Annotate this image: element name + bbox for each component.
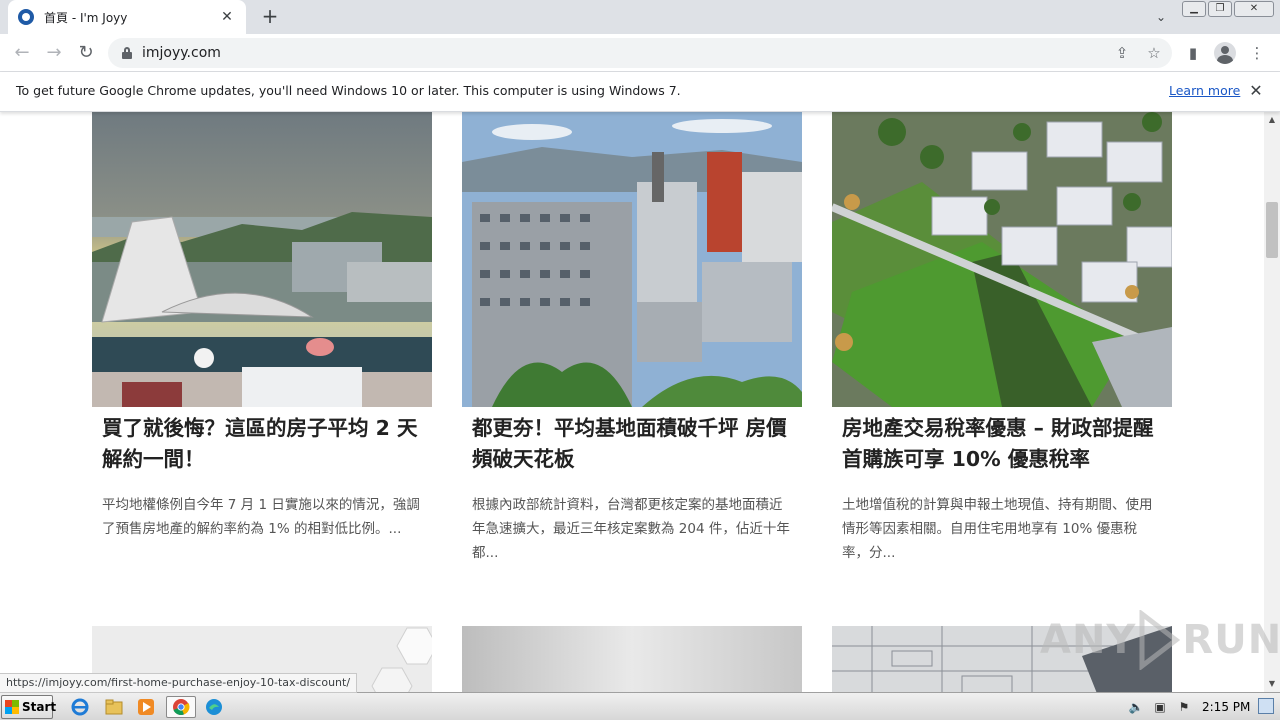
article-title[interactable]: 都更夯！平均基地面積破千坪 房價頻破天花板 (472, 413, 792, 475)
taskbar-clock[interactable]: 2:15 PM (1202, 693, 1250, 721)
share-icon[interactable]: ⇪ (1112, 43, 1132, 63)
article-title[interactable]: 買了就後悔？這區的房子平均 2 天解約一間！ (102, 413, 422, 475)
article-title[interactable]: 房地產交易稅率優惠 – 財政部提醒首購族可享 10% 優惠稅率 (842, 413, 1162, 475)
back-button[interactable]: ← (10, 41, 34, 65)
bookmark-star-icon[interactable]: ☆ (1144, 43, 1164, 63)
start-label: Start (22, 700, 57, 714)
scroll-up-arrow[interactable]: ▲ (1264, 112, 1280, 128)
article-excerpt: 土地增值稅的計算與申報土地現值、持有期間、使用情形等因素相關。自用住宅用地享有 … (842, 497, 1153, 561)
article-image-villas[interactable] (832, 112, 1172, 407)
scroll-down-arrow[interactable]: ▼ (1264, 676, 1280, 692)
window-restore-button[interactable]: ❐ (1208, 1, 1232, 17)
article-image-harbor[interactable] (92, 112, 432, 407)
browser-tab[interactable]: 首頁 - I'm Joyy ✕ (8, 0, 246, 34)
watermark-text-right: RUN (1182, 617, 1280, 663)
network-icon[interactable]: ▣ (1152, 699, 1168, 715)
article-excerpt: 平均地權條例自今年 7 月 1 日實施以來的情況，強調了預售房地產的解約率約為 … (102, 497, 420, 537)
tab-title: 首頁 - I'm Joyy (44, 10, 128, 25)
article-card[interactable]: 都更夯！平均基地面積破千坪 房價頻破天花板 根據內政部統計資料，台灣都更核定案的… (462, 112, 802, 565)
file-explorer-icon[interactable] (102, 696, 126, 718)
infobar-close-icon[interactable]: ✕ (1246, 81, 1266, 101)
tab-search-icon[interactable]: ⌄ (1150, 6, 1172, 28)
article-card[interactable]: 買了就後悔？這區的房子平均 2 天解約一間！ 平均地權條例自今年 7 月 1 日… (92, 112, 432, 541)
forward-button[interactable]: → (42, 41, 66, 65)
page-viewport: 買了就後悔？這區的房子平均 2 天解約一間！ 平均地權條例自今年 7 月 1 日… (0, 112, 1264, 692)
article-image-city[interactable] (462, 112, 802, 407)
new-tab-button[interactable]: + (258, 4, 282, 28)
learn-more-link[interactable]: Learn more (1169, 72, 1240, 110)
window-minimize-button[interactable]: ▁ (1182, 1, 1206, 17)
window-close-button[interactable]: ✕ (1234, 1, 1274, 17)
profile-avatar-icon[interactable] (1214, 42, 1236, 64)
chrome-taskbar-icon[interactable] (166, 696, 196, 718)
anyrun-watermark: ANY RUN (1040, 608, 1280, 672)
page-scrollbar[interactable]: ▲ ▼ (1264, 112, 1280, 692)
internet-explorer-icon[interactable] (68, 696, 92, 718)
link-status-bubble: https://imjoyy.com/first-home-purchase-e… (0, 673, 358, 693)
address-url[interactable]: imjoyy.com (142, 38, 221, 68)
scroll-thumb[interactable] (1266, 202, 1278, 258)
address-bar[interactable]: imjoyy.com ⇪ ☆ (108, 38, 1172, 68)
article-excerpt: 根據內政部統計資料，台灣都更核定案的基地面積近年急速擴大，最近三年核定案數為 2… (472, 497, 790, 561)
media-player-icon[interactable] (134, 696, 158, 718)
action-center-flag-icon[interactable]: ⚑ (1176, 699, 1192, 715)
windows-taskbar: Start 🔈 ▣ ⚑ 2:15 PM (0, 692, 1280, 720)
chrome-menu-icon[interactable]: ⋮ (1246, 42, 1268, 64)
article-image-fabric[interactable] (462, 626, 802, 692)
speaker-icon[interactable]: 🔈 (1128, 699, 1144, 715)
update-infobar: To get future Google Chrome updates, you… (0, 72, 1280, 112)
edge-icon[interactable] (202, 696, 226, 718)
play-triangle-icon (1139, 610, 1181, 670)
browser-toolbar: ← → ↻ imjoyy.com ⇪ ☆ ▮ ⋮ (0, 34, 1280, 72)
windows-logo-icon (5, 700, 19, 714)
start-button[interactable]: Start (1, 695, 57, 719)
side-panel-icon[interactable]: ▮ (1182, 42, 1204, 64)
infobar-message: To get future Google Chrome updates, you… (16, 83, 681, 98)
article-card[interactable]: 房地產交易稅率優惠 – 財政部提醒首購族可享 10% 優惠稅率 土地增值稅的計算… (832, 112, 1172, 565)
watermark-text-left: ANY (1040, 617, 1137, 663)
tab-close-icon[interactable]: ✕ (218, 9, 236, 25)
reload-button[interactable]: ↻ (74, 41, 98, 65)
tab-strip: 首頁 - I'm Joyy ✕ + ⌄ ▁ ❐ ✕ (0, 0, 1280, 34)
show-desktop-button[interactable] (1258, 698, 1274, 714)
lock-icon[interactable] (122, 47, 132, 59)
site-favicon-icon (18, 9, 34, 25)
